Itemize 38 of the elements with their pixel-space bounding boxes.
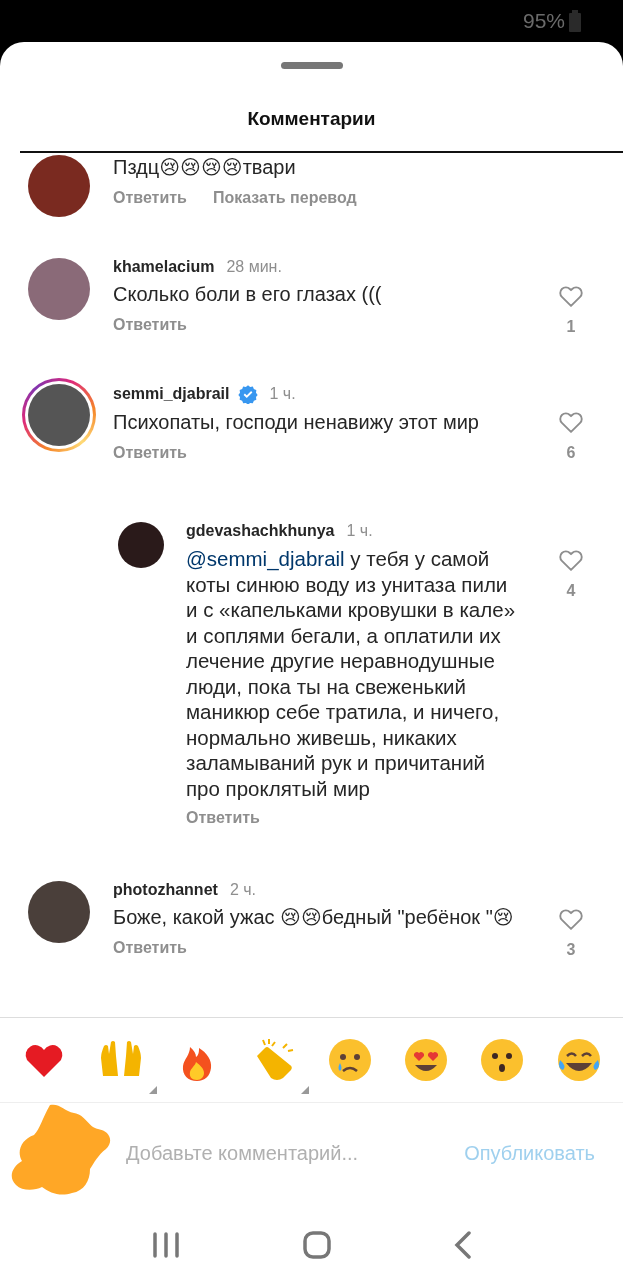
comment-text: Сколько боли в его глазах ((( [113,282,383,307]
reply-link[interactable]: Ответить [113,315,187,334]
comment-time: 1 ч. [269,385,296,403]
back-icon[interactable] [453,1231,472,1259]
reply-link[interactable]: Ответить [113,938,187,957]
reply-link[interactable]: Ответить [113,443,187,462]
avatar-photo[interactable] [118,522,164,568]
comment-time: 1 ч. [346,522,373,540]
username[interactable]: photozhannet [113,881,218,899]
battery-percentage: 95% [522,9,565,33]
like-count: 6 [566,444,576,462]
comment-time: 28 мин. [226,258,282,276]
username[interactable]: gdevashachkhunya [186,522,335,540]
like-count: 3 [566,941,576,959]
like-count: 1 [566,318,576,336]
reply-link[interactable]: Ответить [113,188,187,207]
home-icon[interactable] [302,1231,331,1259]
comment-text: Психопаты, господи ненавижу этот мир [113,410,480,435]
translate-link[interactable]: Показать перевод [212,188,357,207]
username[interactable]: semmi_djabrail [113,385,230,403]
comment-text: Пздц😢😢😢😢твари [113,155,297,180]
drag-handle[interactable] [280,62,343,69]
avatar-photo[interactable] [28,384,90,446]
verified-badge-icon [237,384,258,404]
comment-text: @semmi_djabrail у тебя у самой коты синюю воду из унитаза пили и с «капельками кровушки в кале» и соплями бегали, а оплатили их лечение другие неравнодушные люди, пока ты на свеженький маникюр себе тратила, и ничего, нормально живешь, никаких заламываний рук и причитаний про проклятый мир [186,546,517,801]
comment-time: 2 ч. [229,881,256,899]
sheet-title: Комментарии [246,107,377,131]
like-count: 4 [566,582,576,600]
reply-link[interactable]: Ответить [186,809,260,827]
corner-mark [148,1086,157,1094]
publish-button[interactable]: Опубликовать [464,1141,595,1165]
username[interactable]: khamelacium [113,258,215,276]
mention-link[interactable]: @semmi_djabrail [186,547,345,570]
recent-apps-icon[interactable] [151,1232,180,1258]
comment-input[interactable]: Добавьте комментарий... [124,1140,465,1166]
corner-mark [301,1086,310,1094]
comment-text: Боже, какой ужас 😢😢бедный "ребёнок "😢 [113,905,515,930]
battery-icon [569,10,581,32]
